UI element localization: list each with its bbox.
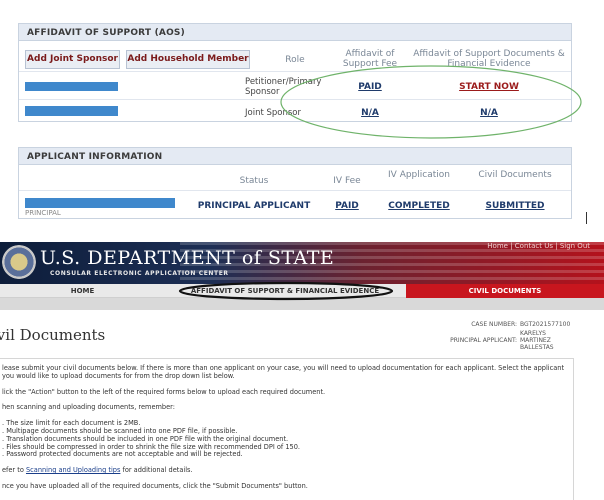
role-primary-sponsor: Petitioner/Primary Sponsor (245, 77, 322, 97)
upload-rules-list: . The size limit for each document is 2M… (2, 419, 573, 459)
iv-application-completed-link[interactable]: COMPLETED (379, 201, 459, 211)
aos-fee-paid-link[interactable]: PAID (337, 82, 403, 92)
principal-applicant-label: PRINCIPAL APPLICANT: (450, 337, 517, 344)
iv-fee-header: IV Fee (333, 176, 361, 186)
role-header: Role (285, 55, 305, 65)
case-number: BGT2021577100 (520, 321, 571, 328)
instructions-p5: nce you have uploaded all of the require… (2, 481, 308, 490)
applicant-title: APPLICANT INFORMATION (19, 148, 571, 165)
instructions-box: lease submit your civil documents below.… (0, 358, 574, 500)
p4-prefix: efer to (2, 466, 26, 475)
row-divider (19, 99, 571, 100)
add-household-member-button[interactable]: Add Household Member (126, 50, 250, 69)
site-header: U.S. DEPARTMENT of STATE CONSULAR ELECTR… (0, 242, 604, 284)
row-divider (19, 71, 571, 72)
principal-name-2: MARTINEZ (520, 337, 551, 344)
applicant-panel: APPLICANT INFORMATION Status IV Fee IV A… (18, 147, 572, 219)
aos-panel: AFFIDAVIT OF SUPPORT (AOS) Add Joint Spo… (18, 23, 572, 122)
main-nav: HOME AFFIDAVIT OF SUPPORT & FINANCIAL EV… (0, 284, 604, 298)
instructions-p1: lease submit your civil documents below.… (2, 364, 565, 380)
site-brand-sub: CONSULAR ELECTRONIC APPLICATION CENTER (50, 270, 229, 277)
page-title: ivil Documents (0, 326, 106, 344)
civil-documents-submitted-link[interactable]: SUBMITTED (467, 201, 563, 211)
nav-home[interactable]: HOME (0, 284, 165, 298)
add-joint-sponsor-button[interactable]: Add Joint Sponsor (25, 50, 120, 69)
redacted-joint-sponsor-name (25, 106, 118, 116)
aos-fee-na-link[interactable]: N/A (337, 108, 403, 118)
aos-fee-header: Affidavit of Support Fee (342, 49, 398, 69)
role-joint-sponsor: Joint Sponsor (245, 108, 301, 118)
applicant-status: PRINCIPAL APPLICANT (197, 201, 311, 211)
iv-fee-paid-link[interactable]: PAID (317, 201, 377, 211)
instructions-p2: lick the "Action" button to the left of … (2, 387, 326, 396)
row-divider (19, 190, 571, 191)
principal-name-1: KARELYS (520, 330, 546, 337)
case-number-label: CASE NUMBER: (471, 321, 517, 328)
site-brand: U.S. DEPARTMENT of STATE (40, 247, 335, 269)
nav-gray-band (0, 298, 604, 310)
aos-docs-header: Affidavit of Support Documents & Financi… (413, 49, 565, 69)
nav-aos[interactable]: AFFIDAVIT OF SUPPORT & FINANCIAL EVIDENC… (180, 284, 390, 298)
text-cursor (586, 212, 587, 224)
principal-name-3: BALLESTAS (520, 344, 554, 351)
redacted-applicant-name (25, 198, 175, 208)
aos-docs-na-link[interactable]: N/A (409, 108, 569, 118)
applicant-name-sub: PRINCIPAL (25, 209, 61, 217)
civil-documents-header: Civil Documents (478, 170, 552, 180)
instructions-p3: hen scanning and uploading documents, re… (2, 403, 175, 412)
list-item: . Password protected documents are not a… (2, 450, 243, 459)
scanning-tips-link[interactable]: Scanning and Uploading tips (26, 466, 120, 474)
status-header: Status (239, 176, 269, 186)
state-dept-seal-icon (2, 245, 36, 279)
p4-suffix: for additional details. (120, 466, 193, 475)
top-links[interactable]: Home | Contact Us | Sign Out (487, 242, 590, 250)
iv-application-header: IV Application (388, 170, 450, 180)
aos-title: AFFIDAVIT OF SUPPORT (AOS) (19, 24, 571, 41)
nav-civil-documents[interactable]: CIVIL DOCUMENTS (406, 284, 604, 298)
start-now-link[interactable]: START NOW (409, 82, 569, 92)
redacted-sponsor-name (25, 82, 118, 91)
instructions-p4: efer to Scanning and Uploading tips for … (2, 466, 573, 475)
